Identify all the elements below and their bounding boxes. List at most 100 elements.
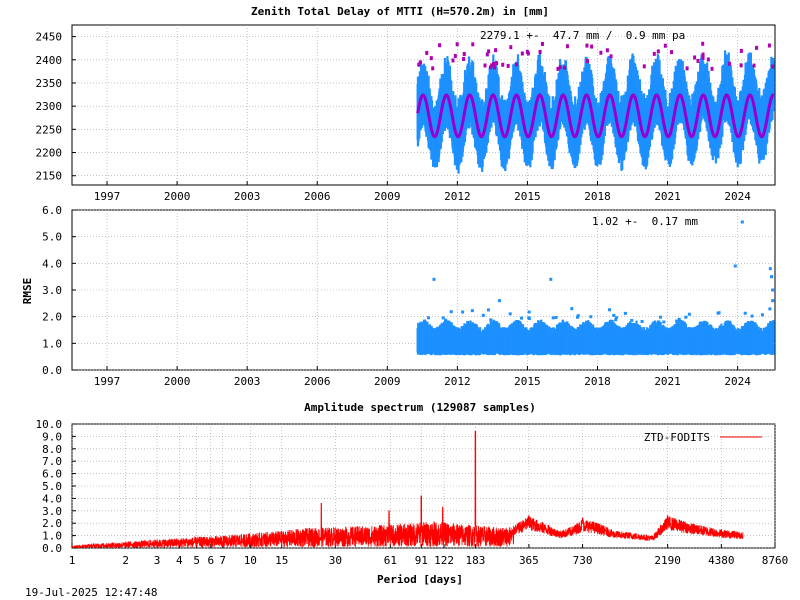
ztd-outlier-point bbox=[556, 66, 560, 71]
rmse-outlier-point bbox=[570, 307, 574, 311]
rmse-point bbox=[444, 318, 448, 322]
rmse-outlier-point bbox=[769, 275, 773, 279]
ztd-outlier-point bbox=[755, 45, 759, 50]
ztd-outlier-point bbox=[509, 45, 513, 50]
y-tick-label: 4.0 bbox=[42, 257, 62, 270]
ztd-outlier-point bbox=[706, 57, 710, 62]
rmse-outlier-point bbox=[771, 299, 775, 303]
rmse-point bbox=[608, 308, 612, 312]
ztd-y-ticks: 2150 2200 2250 2300 2350 2400 2450 bbox=[36, 31, 76, 183]
ztd-x-ticks: 1997 2000 2003 2006 2009 2012 2015 2018 2021 2024 bbox=[94, 181, 751, 203]
ztd-outlier-point bbox=[701, 41, 705, 46]
y-tick-label: 5.0 bbox=[42, 231, 62, 244]
y-tick-label: 6.0 bbox=[42, 468, 62, 481]
x-tick-label: 1 bbox=[69, 554, 76, 567]
rmse-point bbox=[481, 313, 485, 317]
y-tick-label: 0.0 bbox=[42, 364, 62, 377]
ztd-panel: Zenith Total Delay of MTTI (H=570.2m) in… bbox=[36, 5, 776, 203]
ztd-outlier-point bbox=[663, 43, 667, 48]
ztd-outlier-point bbox=[540, 41, 544, 46]
y-tick-label: 2350 bbox=[36, 77, 63, 90]
ztd-outlier-point bbox=[670, 50, 674, 55]
rmse-point bbox=[554, 316, 558, 320]
y-tick-label: 7.0 bbox=[42, 455, 62, 468]
y-tick-label: 1.0 bbox=[42, 337, 62, 350]
ztd-outlier-point bbox=[538, 49, 542, 54]
spectrum-panel: Amplitude spectrum (129087 samples) 1 2 3 4… bbox=[36, 401, 789, 586]
ztd-outlier-point bbox=[506, 63, 510, 68]
y-tick-label: 3.0 bbox=[42, 284, 62, 297]
rmse-point bbox=[640, 319, 644, 323]
x-tick-label: 2009 bbox=[374, 375, 401, 388]
x-tick-label: 8760 bbox=[762, 554, 789, 567]
y-tick-label: 1.0 bbox=[42, 530, 62, 543]
ztd-outlier-point bbox=[770, 64, 774, 69]
ztd-outlier-point bbox=[525, 49, 529, 54]
ztd-outlier-point bbox=[642, 64, 646, 69]
ztd-outlier-point bbox=[652, 51, 656, 56]
ztd-outlier-point bbox=[685, 66, 689, 71]
rmse-outlier-point bbox=[497, 299, 501, 303]
ztd-outlier-point bbox=[590, 44, 594, 49]
x-tick-label: 2003 bbox=[234, 375, 261, 388]
rmse-y-axis-label: RMSE bbox=[21, 278, 34, 305]
y-tick-label: 2200 bbox=[36, 147, 63, 160]
rmse-point bbox=[527, 317, 531, 321]
rmse-outlier-point bbox=[549, 277, 553, 281]
rmse-point bbox=[520, 316, 524, 320]
ztd-outlier-point bbox=[431, 66, 435, 71]
y-tick-label: 2300 bbox=[36, 100, 63, 113]
spectrum-y-ticks: 0.01.02.03.04.05.06.07.08.09.010.0 bbox=[36, 418, 76, 555]
ztd-outlier-point bbox=[599, 50, 603, 55]
x-tick-label: 2009 bbox=[374, 190, 401, 203]
x-tick-label: 2024 bbox=[724, 375, 751, 388]
rmse-point bbox=[687, 312, 691, 316]
ztd-outlier-point bbox=[492, 65, 496, 70]
x-tick-label: 15 bbox=[275, 554, 288, 567]
rmse-point bbox=[423, 319, 427, 323]
x-tick-label: 122 bbox=[434, 554, 454, 567]
rmse-point bbox=[684, 315, 688, 319]
y-tick-label: 2150 bbox=[36, 170, 63, 183]
ztd-outlier-point bbox=[739, 63, 743, 68]
rmse-point bbox=[614, 318, 618, 322]
x-tick-label: 5 bbox=[193, 554, 200, 567]
y-tick-label: 6.0 bbox=[42, 204, 62, 217]
rmse-point bbox=[768, 307, 772, 311]
rmse-outlier-point bbox=[733, 264, 737, 268]
ztd-outlier-point bbox=[710, 66, 714, 71]
rmse-panel: 1997 2000 2003 2006 2009 2012 2015 2018 2021 2024… bbox=[21, 204, 776, 388]
rmse-point bbox=[677, 317, 681, 321]
rmse-point bbox=[610, 320, 614, 324]
rmse-outlier-point bbox=[740, 220, 744, 224]
ztd-outlier-point bbox=[520, 51, 524, 56]
rmse-point bbox=[589, 315, 593, 319]
spectrum-title: Amplitude spectrum (129087 samples) bbox=[304, 401, 536, 414]
x-tick-label: 183 bbox=[465, 554, 485, 567]
x-tick-label: 1997 bbox=[94, 375, 121, 388]
x-tick-label: 2018 bbox=[584, 375, 611, 388]
ztd-outlier-point bbox=[462, 57, 466, 62]
spectrum-x-axis-label: Period [days] bbox=[377, 573, 463, 586]
ztd-outlier-point bbox=[438, 43, 442, 48]
ztd-outlier-point bbox=[490, 63, 494, 68]
x-tick-label: 4 bbox=[176, 554, 183, 567]
rmse-point bbox=[489, 318, 493, 322]
ztd-outlier-point bbox=[471, 42, 475, 47]
ztd-outlier-point bbox=[585, 43, 589, 48]
x-tick-label: 365 bbox=[519, 554, 539, 567]
ztd-outlier-point bbox=[494, 48, 498, 53]
x-tick-label: 1997 bbox=[94, 190, 121, 203]
ztd-outlier-point bbox=[701, 55, 705, 60]
rmse-point bbox=[449, 310, 453, 314]
chart-canvas: Zenith Total Delay of MTTI (H=570.2m) in… bbox=[21, 5, 789, 599]
y-tick-label: 2250 bbox=[36, 123, 63, 136]
ztd-outlier-point bbox=[451, 58, 455, 63]
rmse-point bbox=[659, 315, 663, 319]
ztd-title: Zenith Total Delay of MTTI (H=570.2m) in… bbox=[251, 5, 549, 18]
ztd-outlier-point bbox=[495, 61, 499, 66]
x-tick-label: 7 bbox=[219, 554, 226, 567]
rmse-point bbox=[662, 320, 666, 324]
y-tick-label: 2400 bbox=[36, 54, 63, 67]
y-tick-label: 8.0 bbox=[42, 443, 62, 456]
